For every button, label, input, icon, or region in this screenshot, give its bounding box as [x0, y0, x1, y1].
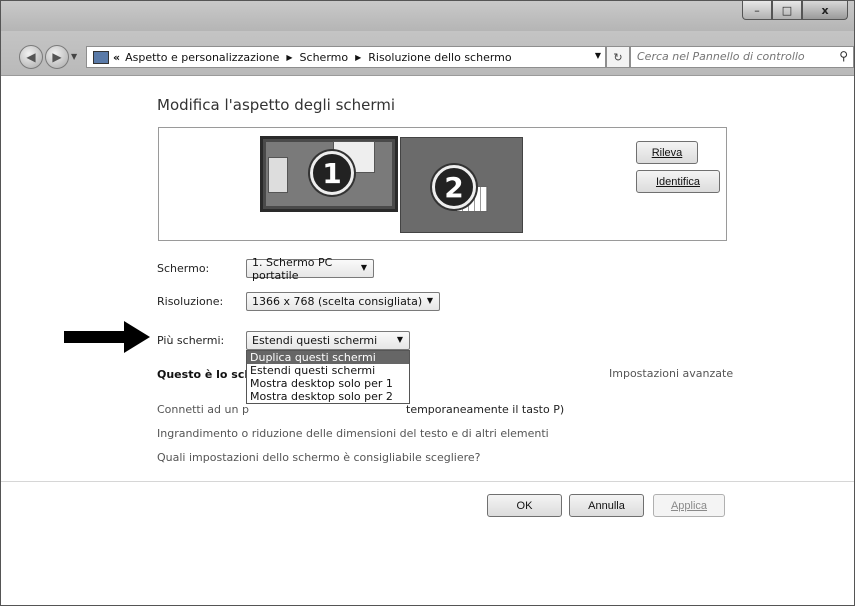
multiple-displays-label: Più schermi:: [157, 334, 225, 347]
control-panel-window: – □ x ◀ ▶ ▼ « Aspetto e personalizzazion…: [0, 0, 855, 606]
refresh-icon: ↻: [613, 50, 623, 64]
apply-button-label: Applica: [670, 499, 708, 512]
resolution-select-value: 1366 x 768 (scelta consigliata): [252, 295, 423, 308]
monitor-arrangement-panel: 1 2 Rileva Identifica: [158, 127, 727, 241]
window-controls: – □ x: [742, 1, 848, 20]
minimize-button[interactable]: –: [742, 1, 772, 20]
cancel-button-label: Annulla: [588, 499, 625, 512]
option-only-1[interactable]: Mostra desktop solo per 1: [247, 377, 409, 390]
option-extend[interactable]: Estendi questi schermi: [247, 364, 409, 377]
search-box[interactable]: ⚲: [630, 46, 854, 68]
connect-projector-text-end: temporaneamente il tasto P): [406, 403, 565, 416]
breadcrumb-item-schermo[interactable]: Schermo: [300, 51, 349, 64]
breadcrumb-item-aspetto[interactable]: Aspetto e personalizzazione: [125, 51, 279, 64]
close-button[interactable]: x: [802, 1, 848, 20]
multiple-displays-select[interactable]: Estendi questi schermi ▼: [246, 331, 410, 350]
option-only-2[interactable]: Mostra desktop solo per 2: [247, 390, 409, 403]
minimize-icon: –: [754, 3, 760, 17]
breadcrumb-separator-icon[interactable]: ▶: [286, 53, 292, 62]
search-icon[interactable]: ⚲: [839, 49, 848, 63]
connect-projector-link[interactable]: Connetti ad un p: [157, 403, 249, 416]
identify-button-label: Identifica: [655, 175, 701, 188]
ok-button[interactable]: OK: [487, 494, 562, 517]
address-dropdown-icon[interactable]: ▼: [595, 51, 601, 60]
mini-window-icon: [268, 157, 288, 193]
breadcrumb-item-risoluzione[interactable]: Risoluzione dello schermo: [368, 51, 511, 64]
display-select[interactable]: 1. Schermo PC portatile ▼: [246, 256, 374, 282]
back-button[interactable]: ◀: [19, 45, 43, 69]
connect-projector-text-start: Connetti ad un p: [157, 403, 249, 416]
chevron-down-icon: ▼: [360, 263, 367, 272]
multiple-displays-select-value: Estendi questi schermi: [252, 334, 378, 347]
forward-arrow-icon: ▶: [52, 50, 62, 64]
chevron-down-icon: ▼: [426, 296, 433, 305]
multiple-displays-options: Duplica questi schermi Estendi questi sc…: [246, 350, 410, 404]
monitor-1[interactable]: 1: [260, 136, 398, 212]
maximize-button[interactable]: □: [772, 1, 802, 20]
main-content: Modifica l'aspetto degli schermi 1 2 Ril…: [1, 76, 854, 605]
recent-pages-dropdown-icon[interactable]: ▼: [71, 52, 77, 61]
text-size-link[interactable]: Ingrandimento o riduzione delle dimensio…: [157, 427, 549, 440]
pointer-arrow-icon: [64, 321, 150, 353]
back-arrow-icon: ◀: [26, 50, 36, 64]
monitor-1-number: 1: [310, 151, 354, 195]
display-select-value: 1. Schermo PC portatile: [252, 255, 333, 282]
cancel-button[interactable]: Annulla: [569, 494, 644, 517]
address-bar[interactable]: « Aspetto e personalizzazione ▶ Schermo …: [86, 46, 606, 68]
title-bar: – □ x: [1, 1, 854, 31]
close-icon: x: [821, 3, 829, 17]
search-input[interactable]: [631, 47, 843, 65]
ok-button-label: OK: [516, 499, 533, 512]
resolution-label: Risoluzione:: [157, 295, 224, 308]
apply-button[interactable]: Applica: [653, 494, 725, 517]
detect-button-label: Rileva: [651, 146, 683, 159]
detect-button[interactable]: Rileva: [636, 141, 698, 164]
chevron-down-icon: ▼: [396, 335, 403, 344]
maximize-icon: □: [781, 3, 793, 17]
advanced-settings-link[interactable]: Impostazioni avanzate: [609, 367, 733, 380]
breadcrumb-overflow-icon[interactable]: «: [113, 51, 120, 64]
option-duplicate[interactable]: Duplica questi schermi: [247, 351, 409, 364]
breadcrumb-separator-icon[interactable]: ▶: [355, 53, 361, 62]
identify-button[interactable]: Identifica: [636, 170, 720, 193]
control-panel-icon: [93, 50, 109, 64]
recommended-settings-link[interactable]: Quali impostazioni dello schermo è consi…: [157, 451, 481, 464]
resolution-select[interactable]: 1366 x 768 (scelta consigliata) ▼: [246, 292, 440, 311]
monitor-2[interactable]: 2: [400, 137, 523, 233]
monitor-2-number: 2: [432, 165, 476, 209]
page-title: Modifica l'aspetto degli schermi: [157, 96, 396, 114]
forward-button[interactable]: ▶: [45, 45, 69, 69]
navigation-bar: ◀ ▶ ▼ « Aspetto e personalizzazione ▶ Sc…: [1, 31, 854, 76]
refresh-button[interactable]: ↻: [606, 46, 630, 68]
footer-divider: [1, 481, 854, 482]
display-label: Schermo:: [157, 262, 210, 275]
